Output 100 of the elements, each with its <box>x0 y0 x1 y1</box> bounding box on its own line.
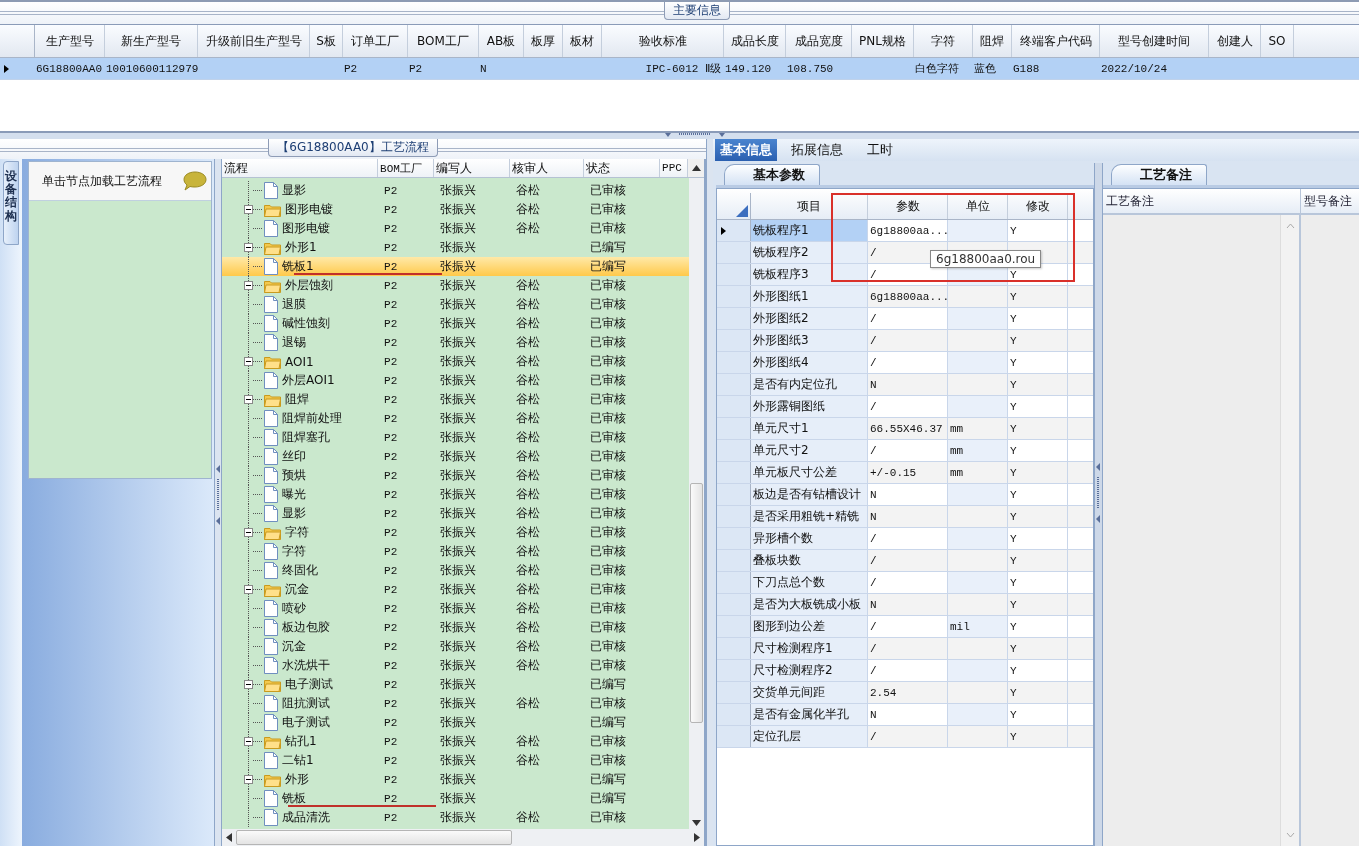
column-header[interactable]: 终端客户代码 <box>1012 25 1100 57</box>
splitter-handle-icon[interactable] <box>1096 463 1101 523</box>
column-header[interactable]: 升级前旧生产型号 <box>198 25 310 57</box>
tree-row[interactable]: 铣板1 P2 张振兴 已编写 <box>222 257 689 276</box>
tree-row[interactable]: 阻焊前处理 P2 张振兴 谷松 已审核 <box>222 409 689 428</box>
tree-row[interactable]: 显影 P2 张振兴 谷松 已审核 <box>222 181 689 200</box>
tree-row[interactable]: AOI1 P2 张振兴 谷松 已审核 <box>222 352 689 371</box>
tree-row[interactable]: 字符 P2 张振兴 谷松 已审核 <box>222 542 689 561</box>
scroll-thumb[interactable] <box>690 483 703 723</box>
table-row[interactable]: 尺寸检测程序1 / Y <box>717 638 1093 660</box>
column-header[interactable]: 生产型号 <box>35 25 105 57</box>
column-header[interactable]: 参数 <box>868 193 948 219</box>
column-header[interactable]: 项目 <box>751 193 868 219</box>
tree-row[interactable]: 板边包胶 P2 张振兴 谷松 已审核 <box>222 618 689 637</box>
tab[interactable]: 拓展信息 <box>781 139 853 161</box>
table-row[interactable]: 板边是否有钻槽设计 N Y <box>717 484 1093 506</box>
tree-row[interactable]: 铣板 P2 张振兴 已编写 <box>222 789 689 808</box>
collapse-icon[interactable] <box>244 205 254 214</box>
tab[interactable]: 工时 <box>857 139 903 161</box>
column-header[interactable]: 创建人 <box>1209 25 1261 57</box>
scroll-right-icon[interactable] <box>694 833 700 842</box>
tree-row[interactable]: 图形电镀 P2 张振兴 谷松 已审核 <box>222 200 689 219</box>
tree-row[interactable]: 丝印 P2 张振兴 谷松 已审核 <box>222 447 689 466</box>
tree-row[interactable]: 电子测试 P2 张振兴 已编写 <box>222 713 689 732</box>
collapse-icon[interactable] <box>244 585 254 594</box>
column-header[interactable]: 工艺备注 <box>1103 189 1301 213</box>
table-row[interactable]: 定位孔层 / Y <box>717 726 1093 748</box>
column-header[interactable]: 修改 <box>1008 193 1068 219</box>
tree-row[interactable]: 图形电镀 P2 张振兴 谷松 已审核 <box>222 219 689 238</box>
table-row[interactable]: 下刀点总个数 / Y <box>717 572 1093 594</box>
tree-row[interactable]: 显影 P2 张振兴 谷松 已审核 <box>222 504 689 523</box>
column-header[interactable]: 订单工厂 <box>343 25 408 57</box>
splitter-handle-icon[interactable] <box>215 465 221 525</box>
column-header[interactable]: 新生产型号 <box>105 25 198 57</box>
table-row[interactable]: 异形槽个数 / Y <box>717 528 1093 550</box>
collapse-icon[interactable] <box>244 281 254 290</box>
tree-row[interactable]: 钻孔1 P2 张振兴 谷松 已审核 <box>222 732 689 751</box>
tree-row[interactable]: 退锡 P2 张振兴 谷松 已审核 <box>222 333 689 352</box>
tree-row[interactable]: 预烘 P2 张振兴 谷松 已审核 <box>222 466 689 485</box>
tree-row[interactable]: 外形 P2 张振兴 已编写 <box>222 770 689 789</box>
column-header[interactable]: BOM工厂 <box>378 159 435 177</box>
column-header[interactable]: 型号备注 <box>1301 189 1359 213</box>
horizontal-scrollbar[interactable] <box>222 829 704 846</box>
table-row[interactable]: 6G18800AA0 10010600112979 P2 P2 N IPC-6012 Ⅱ级 149.120 108.750 白色字符 蓝色 G188 2022/10/24 <box>0 58 1359 80</box>
collapse-icon[interactable] <box>244 528 254 537</box>
tree-row[interactable]: 电子测试 P2 张振兴 已编写 <box>222 675 689 694</box>
scroll-left-icon[interactable] <box>226 833 233 842</box>
column-header[interactable]: 字符 <box>914 25 973 57</box>
column-header[interactable]: 板材 <box>563 25 602 57</box>
column-header[interactable]: 板厚 <box>524 25 563 57</box>
column-header[interactable]: 流程 <box>222 159 379 177</box>
tab[interactable]: 基本信息 <box>715 139 777 161</box>
column-header[interactable]: S板 <box>310 25 343 57</box>
scroll-up-icon[interactable] <box>691 165 701 171</box>
table-row[interactable]: 是否采用粗铣+精铣 N Y <box>717 506 1093 528</box>
table-row[interactable]: 图形到边公差 / mil Y <box>717 616 1093 638</box>
vertical-scrollbar[interactable] <box>689 178 704 829</box>
collapse-icon[interactable] <box>244 775 254 784</box>
tree-row[interactable]: 水洗烘干 P2 张振兴 谷松 已审核 <box>222 656 689 675</box>
table-row[interactable]: 外形图纸3 / Y <box>717 330 1093 352</box>
table-row[interactable]: 单元尺寸1 66.55X46.37 mm Y <box>717 418 1093 440</box>
table-row[interactable]: 交货单元间距 2.54 Y <box>717 682 1093 704</box>
tree-row[interactable]: 字符 P2 张振兴 谷松 已审核 <box>222 523 689 542</box>
tree-row[interactable]: 阻抗测试 P2 张振兴 谷松 已审核 <box>222 694 689 713</box>
side-tab[interactable]: 设备结构 <box>3 161 19 245</box>
tree-row[interactable]: 外层蚀刻 P2 张振兴 谷松 已审核 <box>222 276 689 295</box>
tree-row[interactable]: 喷砂 P2 张振兴 谷松 已审核 <box>222 599 689 618</box>
tree-row[interactable]: 沉金 P2 张振兴 谷松 已审核 <box>222 580 689 599</box>
table-row[interactable]: 外形图纸1 6g18800aa... Y <box>717 286 1093 308</box>
tree-row[interactable]: 碱性蚀刻 P2 张振兴 谷松 已审核 <box>222 314 689 333</box>
table-row[interactable]: 是否有金属化半孔 N Y <box>717 704 1093 726</box>
table-row[interactable]: 外形图纸4 / Y <box>717 352 1093 374</box>
table-row[interactable]: 尺寸检测程序2 / Y <box>717 660 1093 682</box>
column-header[interactable]: 状态 <box>584 159 661 177</box>
table-row[interactable]: 外形露铜图纸 / Y <box>717 396 1093 418</box>
tab[interactable]: 基本参数 <box>724 164 820 185</box>
tree-row[interactable]: 阻焊 P2 张振兴 谷松 已审核 <box>222 390 689 409</box>
column-header[interactable]: 核审人 <box>510 159 585 177</box>
column-header[interactable]: 单位 <box>948 193 1008 219</box>
collapse-icon[interactable] <box>244 357 254 366</box>
column-header[interactable]: AB板 <box>479 25 524 57</box>
column-header[interactable]: SO <box>1261 25 1294 57</box>
collapse-icon[interactable] <box>244 243 254 252</box>
table-row[interactable]: 是否有内定位孔 N Y <box>717 374 1093 396</box>
tree-row[interactable]: 外层AOI1 P2 张振兴 谷松 已审核 <box>222 371 689 390</box>
scroll-down-icon[interactable] <box>692 820 701 826</box>
table-row[interactable]: 单元板尺寸公差 +/-0.15 mm Y <box>717 462 1093 484</box>
tree-row[interactable]: 曝光 P2 张振兴 谷松 已审核 <box>222 485 689 504</box>
column-header[interactable]: BOM工厂 <box>408 25 479 57</box>
table-row[interactable]: 铣板程序1 6g18800aa... Y <box>717 220 1093 242</box>
tree-row[interactable]: 退膜 P2 张振兴 谷松 已审核 <box>222 295 689 314</box>
table-row[interactable]: 外形图纸2 / Y <box>717 308 1093 330</box>
table-row[interactable]: 单元尺寸2 / mm Y <box>717 440 1093 462</box>
table-row[interactable]: 是否为大板铣成小板 N Y <box>717 594 1093 616</box>
collapse-icon[interactable] <box>244 680 254 689</box>
column-header[interactable]: 阻焊 <box>973 25 1012 57</box>
scroll-thumb[interactable] <box>236 830 513 845</box>
column-header[interactable]: 成品宽度 <box>786 25 852 57</box>
column-header[interactable]: 编写人 <box>434 159 511 177</box>
column-header[interactable]: 成品长度 <box>724 25 786 57</box>
